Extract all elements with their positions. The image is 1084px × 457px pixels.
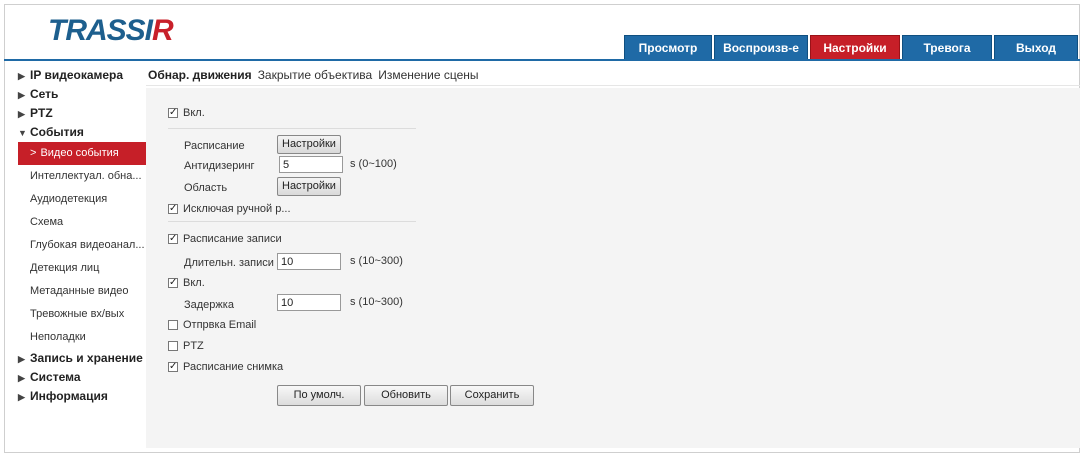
sidebar-item-smart-detection[interactable]: Интеллектуал. обна... xyxy=(18,165,146,188)
schedule-label: Расписание xyxy=(184,140,245,152)
logo-text-accent: R xyxy=(152,14,174,47)
chevron-right-icon: > xyxy=(30,147,37,159)
sidebar-group-events[interactable]: ▼ События xyxy=(18,123,146,142)
record-duration-input[interactable] xyxy=(277,253,341,270)
enable-checkbox[interactable]: ✓ xyxy=(168,108,178,118)
tab-settings[interactable]: Настройки xyxy=(810,35,900,59)
nav-divider xyxy=(4,59,1080,61)
collapsed-arrow-icon: ▶ xyxy=(18,354,25,364)
collapsed-arrow-icon: ▶ xyxy=(18,392,25,402)
delay-input[interactable] xyxy=(277,294,341,311)
section-separator xyxy=(168,221,416,222)
antidither-label: Антидизеринг xyxy=(184,160,255,172)
area-settings-button[interactable]: Настройки xyxy=(277,177,341,196)
default-button[interactable]: По умолч. xyxy=(277,385,361,406)
tab-preview[interactable]: Просмотр xyxy=(624,35,712,59)
record-duration-label: Длительн. записи xyxy=(184,257,274,269)
schedule-settings-button[interactable]: Настройки xyxy=(277,135,341,154)
sidebar-item-video-events[interactable]: > Видео события xyxy=(18,142,146,165)
tab-lens-blocking[interactable]: Закрытие объектива xyxy=(256,65,375,85)
collapsed-arrow-icon: ▶ xyxy=(18,373,25,383)
snapshot-schedule-label: Расписание снимка xyxy=(183,361,284,373)
sidebar-group-network[interactable]: ▶ Сеть xyxy=(18,85,146,104)
area-label: Область xyxy=(184,182,228,194)
tab-exit[interactable]: Выход xyxy=(994,35,1078,59)
tab-motion-detection[interactable]: Обнар. движения xyxy=(146,65,254,85)
sidebar-item-deep-video-analytics[interactable]: Глубокая видеоанал... xyxy=(18,234,146,257)
sidebar-group-label: Сеть xyxy=(30,87,59,101)
sidebar-item-scheme[interactable]: Схема xyxy=(18,211,146,234)
sidebar-group-system[interactable]: ▶ Система xyxy=(18,368,146,387)
collapsed-arrow-icon: ▶ xyxy=(18,71,25,81)
sidebar-group-label: Система xyxy=(30,370,81,384)
expanded-arrow-icon: ▼ xyxy=(18,128,27,138)
record-schedule-checkbox[interactable]: ✓ xyxy=(168,234,178,244)
refresh-button[interactable]: Обновить xyxy=(364,385,448,406)
send-email-label: Отпрвка Email xyxy=(183,319,257,331)
send-email-checkbox[interactable] xyxy=(168,320,178,330)
sidebar-group-label: Запись и хранение xyxy=(30,351,143,365)
sidebar-group-label: IP видеокамера xyxy=(30,68,124,82)
snapshot-schedule-row[interactable]: ✓ Расписание снимка xyxy=(168,361,283,373)
exclude-manual-label: Исключая ручной р... xyxy=(183,203,291,215)
collapsed-arrow-icon: ▶ xyxy=(18,109,25,119)
subtabs: Обнар. движения Закрытие объектива Изменен… xyxy=(146,65,1080,86)
sidebar-group-recording-storage[interactable]: ▶ Запись и хранение xyxy=(18,349,146,368)
tab-scene-change[interactable]: Изменение сцены xyxy=(376,65,480,85)
sidebar-item-audio-detection[interactable]: Аудиодетекция xyxy=(18,188,146,211)
sidebar-item-exceptions[interactable]: Неполадки xyxy=(18,326,146,349)
ptz-checkbox[interactable] xyxy=(168,341,178,351)
antidither-hint: s (0~100) xyxy=(350,158,397,170)
exclude-manual-checkbox[interactable]: ✓ xyxy=(168,204,178,214)
top-navigation: Просмотр Воспроизв-е Настройки Тревога Выход xyxy=(624,35,1080,59)
save-button[interactable]: Сохранить xyxy=(450,385,534,406)
main-content: Обнар. движения Закрытие объектива Изменен… xyxy=(146,65,1080,448)
sidebar: ▶ IP видеокамера ▶ Сеть ▶ PTZ ▼ События > Видео с… xyxy=(18,66,146,406)
enable2-label: Вкл. xyxy=(183,277,205,289)
delay-label: Задержка xyxy=(184,299,234,311)
sidebar-item-label: Детекция лиц xyxy=(30,262,100,274)
sidebar-item-label: Интеллектуал. обна... xyxy=(30,170,142,182)
section-separator xyxy=(168,128,416,129)
exclude-manual-row[interactable]: ✓ Исключая ручной р... xyxy=(168,203,291,215)
logo-text-main: TRASSI xyxy=(48,14,153,47)
snapshot-schedule-checkbox[interactable]: ✓ xyxy=(168,362,178,372)
enable-row[interactable]: ✓ Вкл. xyxy=(168,107,205,119)
collapsed-arrow-icon: ▶ xyxy=(18,90,25,100)
enable-label: Вкл. xyxy=(183,107,205,119)
sidebar-group-ptz[interactable]: ▶ PTZ xyxy=(18,104,146,123)
sidebar-group-label: PTZ xyxy=(30,106,53,120)
sidebar-item-label: Глубокая видеоанал... xyxy=(30,239,145,251)
send-email-row[interactable]: Отпрвка Email xyxy=(168,319,256,331)
sidebar-group-information[interactable]: ▶ Информация xyxy=(18,387,146,406)
enable2-row[interactable]: ✓ Вкл. xyxy=(168,277,205,289)
sidebar-item-label: Неполадки xyxy=(30,331,86,343)
tab-playback[interactable]: Воспроизв-е xyxy=(714,35,808,59)
sidebar-item-label: Схема xyxy=(30,216,64,228)
record-schedule-label: Расписание записи xyxy=(183,233,282,245)
sidebar-item-label: Аудиодетекция xyxy=(30,193,108,205)
ptz-row[interactable]: PTZ xyxy=(168,340,204,352)
tab-alarm[interactable]: Тревога xyxy=(902,35,992,59)
delay-hint: s (10~300) xyxy=(350,296,403,308)
sidebar-item-alarm-io[interactable]: Тревожные вх/вых xyxy=(18,303,146,326)
record-duration-hint: s (10~300) xyxy=(350,255,403,267)
sidebar-item-face-detection[interactable]: Детекция лиц xyxy=(18,257,146,280)
sidebar-item-video-metadata[interactable]: Метаданные видео xyxy=(18,280,146,303)
record-schedule-row[interactable]: ✓ Расписание записи xyxy=(168,233,282,245)
sidebar-group-label: Информация xyxy=(30,389,108,403)
ptz-label: PTZ xyxy=(183,340,204,352)
sidebar-item-label: Метаданные видео xyxy=(30,285,129,297)
enable2-checkbox[interactable]: ✓ xyxy=(168,278,178,288)
sidebar-item-label: Видео события xyxy=(40,147,119,159)
sidebar-group-label: События xyxy=(30,125,84,139)
antidither-input[interactable] xyxy=(279,156,343,173)
trassir-logo: TRASSIR xyxy=(48,14,174,47)
sidebar-item-label: Тревожные вх/вых xyxy=(30,308,125,320)
sidebar-group-ip-camera[interactable]: ▶ IP видеокамера xyxy=(18,66,146,85)
settings-panel: ✓ Вкл. Расписание Настройки Антидизеринг… xyxy=(146,88,1080,448)
